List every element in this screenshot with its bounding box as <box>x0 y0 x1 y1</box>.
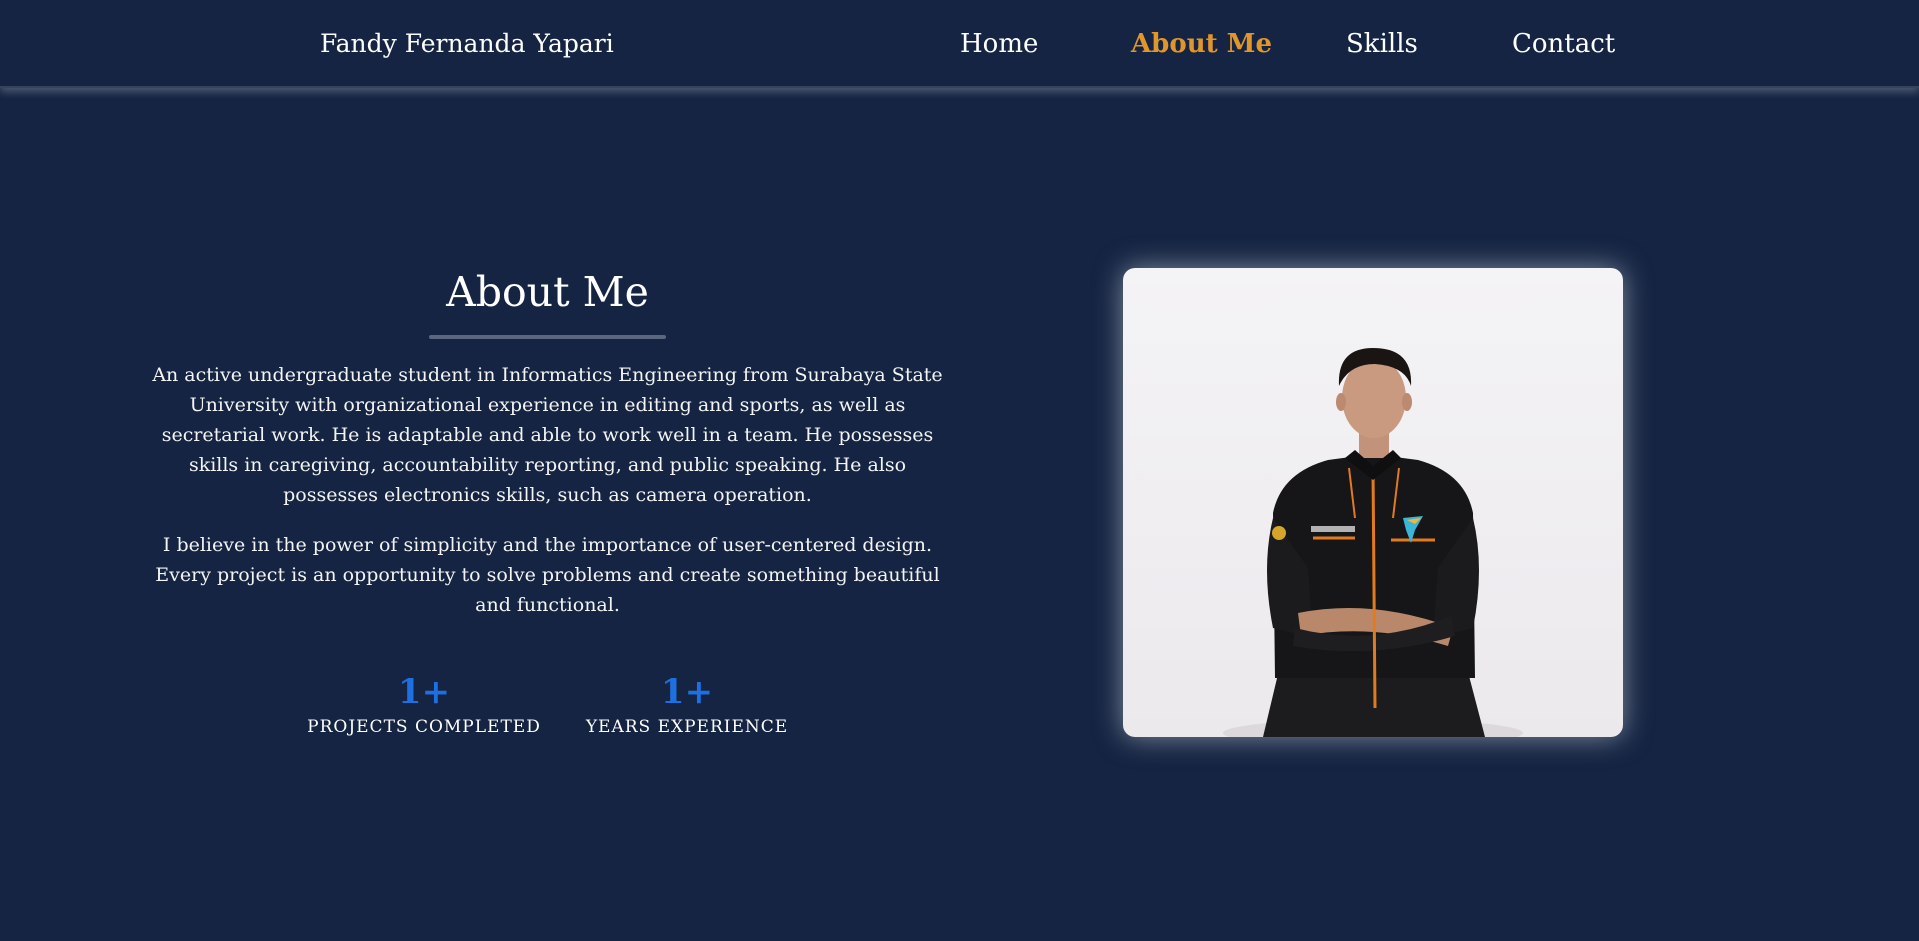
navbar: Fandy Fernanda Yapari Home About Me Skil… <box>0 0 1919 88</box>
portrait-illustration <box>1223 348 1523 737</box>
nav-link-contact[interactable]: Contact <box>1512 26 1615 62</box>
stat-label: YEARS EXPERIENCE <box>585 717 789 737</box>
about-paragraph-2: I believe in the power of simplicity and… <box>155 534 940 616</box>
nav-link-about-me[interactable]: About Me <box>1131 26 1272 62</box>
nav-link-skills[interactable]: Skills <box>1346 26 1418 62</box>
stat-label: PROJECTS COMPLETED <box>307 717 541 737</box>
section-title: About Me <box>446 268 649 316</box>
about-paragraph-1: An active undergraduate student in Infor… <box>152 364 943 506</box>
site-brand[interactable]: Fandy Fernanda Yapari <box>320 26 614 62</box>
stat-number: 1+ <box>397 672 451 712</box>
stat-experience: 1+ YEARS EXPERIENCE <box>567 668 807 740</box>
title-underline <box>429 335 666 339</box>
profile-photo <box>1123 268 1623 737</box>
stat-projects: 1+ PROJECTS COMPLETED <box>304 668 544 740</box>
stat-number: 1+ <box>660 672 714 712</box>
nav-link-home[interactable]: Home <box>960 26 1038 62</box>
